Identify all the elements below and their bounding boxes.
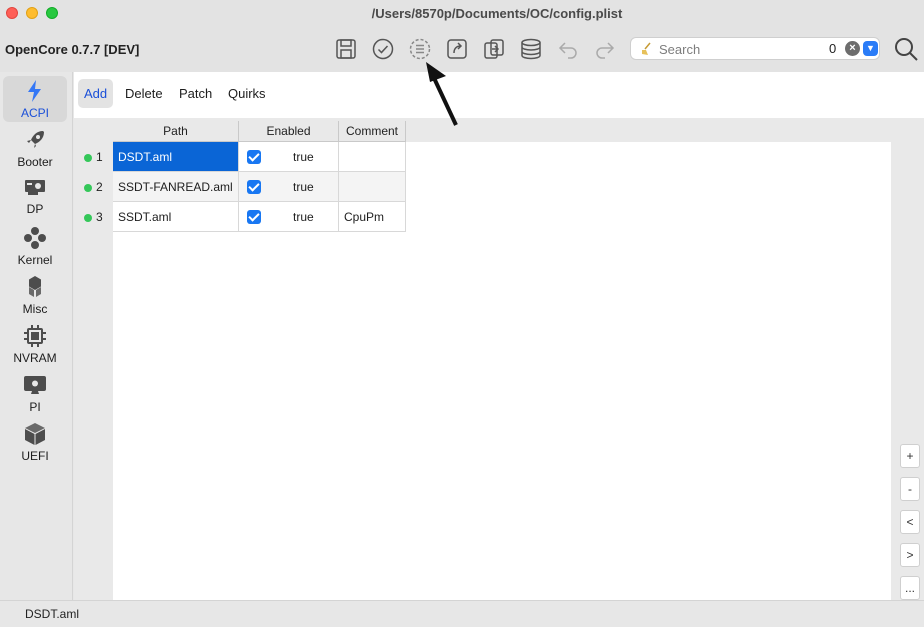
sidebar-item-booter[interactable]: Booter — [3, 125, 67, 171]
kernel-icon — [24, 227, 46, 249]
add-row-button[interactable]: + — [900, 444, 920, 468]
monitor-apple-icon — [24, 376, 46, 394]
search-icon[interactable] — [893, 36, 919, 62]
subtab-bar: Add Delete Patch Quirks — [74, 72, 924, 118]
path-cell[interactable]: SSDT.aml — [113, 202, 239, 232]
list-icon[interactable] — [407, 36, 433, 62]
enabled-value: true — [293, 180, 314, 194]
clear-search-icon[interactable]: × — [845, 41, 860, 56]
app-version-label: OpenCore 0.7.7 [DEV] — [5, 42, 140, 57]
move-right-button[interactable]: > — [900, 543, 920, 567]
path-cell[interactable]: SSDT-FANREAD.aml — [113, 172, 239, 202]
sidebar-item-label: Kernel — [17, 253, 53, 267]
sidebar-item-label: Misc — [22, 302, 48, 316]
enabled-value: true — [293, 150, 314, 164]
sidebar-item-label: ACPI — [20, 106, 49, 120]
remove-row-button[interactable]: - — [900, 477, 920, 501]
status-dot — [84, 214, 92, 222]
enabled-cell[interactable]: true — [239, 142, 339, 172]
enabled-cell[interactable]: true — [239, 202, 339, 232]
sidebar-item-label: UEFI — [21, 449, 49, 463]
sidebar-item-label: PI — [29, 400, 41, 414]
more-button[interactable]: ... — [900, 576, 920, 600]
tab-patch[interactable]: Patch — [173, 79, 218, 108]
window-title: /Users/8570p/Documents/OC/config.plist — [371, 6, 623, 21]
sidebar-item-dp[interactable]: DP — [3, 172, 67, 218]
status-bar: DSDT.aml — [0, 600, 924, 627]
status-dot — [84, 154, 92, 162]
row-number-cell: 1 — [78, 142, 113, 172]
search-input[interactable] — [659, 40, 819, 58]
box-icon — [25, 423, 45, 445]
sidebar-item-uefi[interactable]: UEFI — [3, 419, 67, 465]
enabled-value: true — [293, 210, 314, 224]
sidebar-item-kernel[interactable]: Kernel — [3, 223, 67, 269]
comment-cell[interactable] — [339, 142, 406, 172]
graphics-card-icon — [25, 180, 45, 195]
move-left-button[interactable]: < — [900, 510, 920, 534]
sidebar-item-pi[interactable]: PI — [3, 370, 67, 416]
broom-icon — [642, 42, 651, 55]
sidebar-item-acpi[interactable]: ACPI — [3, 76, 67, 122]
path-cell[interactable]: DSDT.aml — [113, 142, 239, 172]
chip-icon — [24, 325, 46, 347]
misc-icon — [29, 276, 41, 297]
database-icon[interactable] — [518, 36, 544, 62]
tab-delete[interactable]: Delete — [119, 79, 169, 108]
comment-cell[interactable] — [339, 172, 406, 202]
sidebar: ACPI Booter DP Kernel Misc NVRAM PI UEFI — [0, 72, 73, 600]
status-text: DSDT.aml — [25, 607, 80, 621]
redo-icon[interactable] — [592, 36, 618, 62]
enabled-checkbox[interactable] — [247, 210, 261, 224]
sidebar-item-nvram[interactable]: NVRAM — [3, 321, 67, 367]
enabled-checkbox[interactable] — [247, 150, 261, 164]
row-number: 3 — [96, 210, 103, 224]
status-dot — [84, 184, 92, 192]
enabled-cell[interactable]: true — [239, 172, 339, 202]
column-header-enabled[interactable]: Enabled — [239, 121, 339, 142]
share-icon[interactable] — [444, 36, 470, 62]
title-bar: /Users/8570p/Documents/OC/config.plist — [0, 0, 924, 28]
chevron-down-icon[interactable]: ▼ — [863, 41, 878, 56]
tab-quirks[interactable]: Quirks — [222, 79, 272, 108]
sidebar-item-label: Booter — [17, 155, 53, 169]
transfer-icon[interactable] — [481, 36, 507, 62]
row-number: 2 — [96, 180, 103, 194]
annotation-arrow-icon — [426, 62, 458, 126]
column-header-path[interactable]: Path — [113, 121, 239, 142]
row-number: 1 — [96, 150, 103, 164]
save-icon[interactable] — [333, 36, 359, 62]
tab-add[interactable]: Add — [78, 79, 114, 108]
sidebar-item-label: DP — [26, 202, 44, 216]
row-number-cell: 3 — [78, 202, 113, 232]
comment-cell[interactable]: CpuPm — [339, 202, 406, 232]
undo-icon[interactable] — [555, 36, 581, 62]
enabled-checkbox[interactable] — [247, 180, 261, 194]
search-field[interactable]: 0 × ▼ — [630, 37, 880, 60]
row-number-cell: 2 — [78, 172, 113, 202]
column-header-comment[interactable]: Comment — [339, 121, 406, 142]
search-result-count: 0 — [829, 41, 837, 56]
check-icon[interactable] — [370, 36, 396, 62]
sidebar-item-misc[interactable]: Misc — [3, 272, 67, 318]
rocket-icon — [27, 131, 44, 148]
sidebar-item-label: NVRAM — [13, 351, 57, 365]
acpi-icon — [28, 80, 41, 102]
main-content: Add Delete Patch Quirks Path Enabled Com… — [74, 72, 924, 600]
